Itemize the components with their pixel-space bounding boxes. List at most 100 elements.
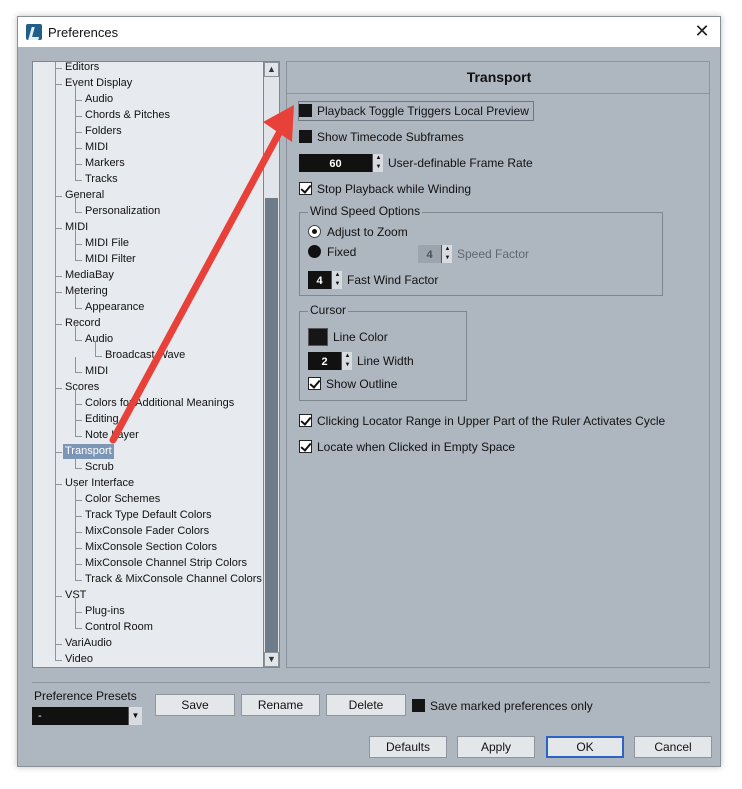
checkbox-box (299, 440, 312, 453)
preset-delete-button[interactable]: Delete (326, 694, 406, 716)
tree-item[interactable]: MIDI (85, 140, 108, 155)
tree-item[interactable]: Plug-ins (85, 604, 125, 619)
scroll-up-icon[interactable]: ▲ (264, 62, 279, 77)
checkbox-label: Clicking Locator Range in Upper Part of … (317, 414, 666, 428)
page-title: Transport (466, 69, 532, 85)
tree-guide-line (55, 596, 62, 597)
scroll-down-icon[interactable]: ▼ (264, 652, 279, 667)
tree-item[interactable]: General (65, 188, 104, 203)
preset-save-button[interactable]: Save (155, 694, 235, 716)
cancel-button[interactable]: Cancel (634, 736, 712, 758)
chevron-down-icon[interactable]: ▼ (128, 707, 142, 725)
group-label: Wind Speed Options (308, 204, 423, 218)
preferences-tree[interactable]: Editors Event Display Audio Chords & Pitche… (32, 61, 280, 668)
tree-item[interactable]: Audio (85, 332, 113, 347)
tree-item[interactable]: Note Layer (85, 428, 139, 443)
tree-item[interactable]: VariAudio (65, 636, 112, 651)
stepper-up-icon[interactable]: ▲ (374, 154, 383, 163)
stepper-arrows[interactable]: ▲ ▼ (341, 352, 352, 370)
tree-item[interactable]: Broadcast Wave (105, 348, 185, 363)
tree-item[interactable]: Personalization (85, 204, 160, 219)
preset-rename-button[interactable]: Rename (241, 694, 320, 716)
tree-item[interactable]: Track & MixConsole Channel Colors (85, 572, 262, 587)
tree-item[interactable]: Scrub (85, 460, 114, 475)
tree-guide-line (75, 325, 76, 340)
tree-item[interactable]: MixConsole Fader Colors (85, 524, 209, 539)
tree-item[interactable]: Folders (85, 124, 122, 139)
tree-item[interactable]: Track Type Default Colors (85, 508, 212, 523)
fast-wind-factor-row: 4 ▲ ▼ Fast Wind Factor (308, 271, 438, 289)
tree-item[interactable]: Editing (85, 412, 119, 427)
stepper-arrows[interactable]: ▲ ▼ (331, 271, 342, 289)
tree-item[interactable]: Video (65, 652, 93, 667)
tree-item[interactable]: Tracks (85, 172, 118, 187)
locator-range-cycle-checkbox[interactable]: Clicking Locator Range in Upper Part of … (299, 412, 665, 430)
tree-guide-line (55, 68, 62, 69)
scroll-thumb[interactable] (265, 198, 278, 652)
close-icon[interactable]: ✕ (692, 22, 712, 42)
tree-item[interactable]: Appearance (85, 300, 144, 315)
cubase-logo-icon (26, 24, 42, 40)
tree-guide-line (55, 84, 62, 85)
tree-item[interactable]: MixConsole Channel Strip Colors (85, 556, 247, 571)
playback-toggle-local-preview-checkbox[interactable]: Playback Toggle Triggers Local Preview (298, 101, 534, 121)
tree-item[interactable]: Transport (63, 444, 114, 459)
stepper-arrows[interactable]: ▲ ▼ (372, 154, 383, 172)
tree-guide-line (75, 565, 76, 580)
tree-guide-line (75, 116, 82, 117)
tree-guide-line (55, 276, 62, 277)
stepper-up-icon: ▲ (444, 246, 451, 252)
locate-empty-space-checkbox[interactable]: Locate when Clicked in Empty Space (299, 438, 515, 456)
tree-item[interactable]: Chords & Pitches (85, 108, 170, 123)
tree-guide-line (75, 308, 82, 309)
tree-item[interactable]: MixConsole Section Colors (85, 540, 217, 555)
stepper-up-icon[interactable]: ▲ (333, 271, 342, 280)
tree-item[interactable]: Color Schemes (85, 492, 160, 507)
tree-item[interactable]: Record (65, 316, 100, 331)
tree-guide-line (75, 164, 82, 165)
tree-item[interactable]: MIDI Filter (85, 252, 136, 267)
tree-item[interactable]: MIDI (65, 220, 88, 235)
tree-guide-line (75, 260, 82, 261)
tree-item[interactable]: MediaBay (65, 268, 114, 283)
tree-item[interactable]: Scores (65, 380, 99, 395)
show-outline-checkbox[interactable]: Show Outline (308, 375, 397, 393)
tree-guide-line (75, 117, 76, 132)
stepper-down-icon[interactable]: ▼ (333, 280, 342, 289)
show-timecode-subframes-checkbox[interactable]: Show Timecode Subframes (299, 128, 464, 146)
tree-guide-line (75, 548, 82, 549)
settings-content: Playback Toggle Triggers Local Preview S… (287, 93, 709, 667)
tree-guide-line (75, 132, 82, 133)
stepper-up-icon[interactable]: ▲ (343, 352, 352, 361)
speed-factor-label: Speed Factor (457, 247, 530, 261)
tree-guide-line (75, 404, 82, 405)
tree-guide-line (75, 149, 76, 164)
adjust-to-zoom-radio[interactable]: Adjust to Zoom (308, 223, 408, 241)
stepper-down-icon[interactable]: ▼ (343, 361, 352, 370)
save-marked-only-checkbox[interactable]: Save marked preferences only (412, 697, 593, 715)
stepper-down-icon[interactable]: ▼ (374, 163, 383, 172)
ok-button[interactable]: OK (546, 736, 624, 758)
tree-guide-line (75, 516, 82, 517)
apply-button[interactable]: Apply (457, 736, 535, 758)
frame-rate-stepper[interactable]: 60 ▲ ▼ (299, 154, 383, 172)
stop-playback-winding-checkbox[interactable]: Stop Playback while Winding (299, 180, 471, 198)
fast-wind-factor-stepper[interactable]: 4 ▲ ▼ (308, 271, 342, 289)
tree-item[interactable]: Metering (65, 284, 108, 299)
tree-item[interactable]: Markers (85, 156, 125, 171)
tree-item[interactable]: MIDI File (85, 236, 129, 251)
line-color-swatch[interactable] (308, 328, 328, 346)
defaults-button[interactable]: Defaults (369, 736, 447, 758)
checkbox-label: Show Timecode Subframes (317, 130, 464, 144)
tree-scrollbar[interactable]: ▲ ▼ (263, 61, 280, 668)
tree-item[interactable]: Editors (65, 62, 99, 75)
stepper-value: 4 (316, 275, 323, 287)
preference-presets-select[interactable]: - ▼ (32, 707, 142, 725)
tree-item[interactable]: Audio (85, 92, 113, 107)
fixed-radio[interactable]: Fixed (308, 243, 356, 261)
tree-item[interactable]: Colors for Additional Meanings (85, 396, 234, 411)
tree-item[interactable]: Control Room (85, 620, 153, 635)
line-width-stepper[interactable]: 2 ▲ ▼ (308, 352, 352, 370)
checkbox-box (299, 130, 312, 143)
tree-item[interactable]: MIDI (85, 364, 108, 379)
